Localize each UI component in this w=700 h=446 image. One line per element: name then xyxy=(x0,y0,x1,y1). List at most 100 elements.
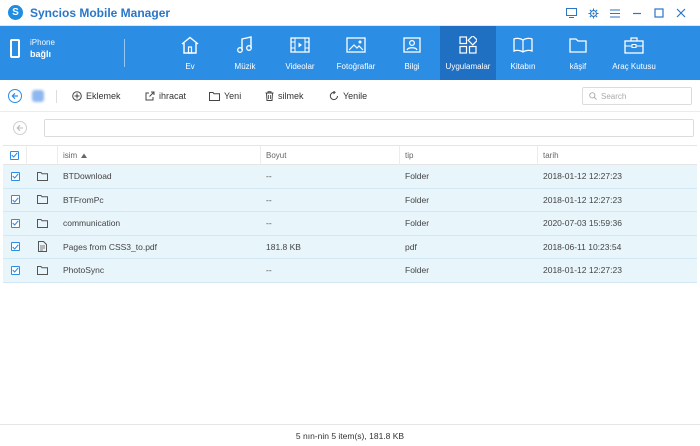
nav-item-fotograflar[interactable]: Fotoğraflar xyxy=(329,26,383,80)
device-name: iPhone xyxy=(30,38,55,47)
nav-item-kasif[interactable]: kâşif xyxy=(557,26,599,80)
apps-icon xyxy=(457,35,479,55)
main-nav: iPhone bağlı Ev Müzik Videolar Fotoğrafl… xyxy=(0,26,700,80)
name-header-label: isim xyxy=(63,150,78,160)
nav-item-arac-kutusu[interactable]: Araç Kutusu xyxy=(607,26,661,80)
refresh-label: Yenile xyxy=(343,91,368,101)
search-input[interactable] xyxy=(601,91,686,101)
folder-icon xyxy=(27,265,58,275)
row-checkbox[interactable] xyxy=(10,195,20,205)
nav-item-uygulamalar[interactable]: Uygulamalar xyxy=(440,26,496,80)
maximize-icon[interactable] xyxy=(648,5,670,21)
nav-item-muzik[interactable]: Müzik xyxy=(223,26,267,80)
select-all-cell xyxy=(3,145,27,165)
column-header-date[interactable]: tarih xyxy=(538,145,697,165)
row-checkbox[interactable] xyxy=(10,171,20,181)
device-info[interactable]: iPhone bağlı xyxy=(10,38,55,59)
path-back-icon[interactable] xyxy=(13,121,27,135)
book-icon xyxy=(512,35,534,55)
file-size: -- xyxy=(266,218,272,229)
folder-icon xyxy=(27,171,58,181)
menu-icon[interactable] xyxy=(604,5,626,21)
search-box[interactable] xyxy=(582,87,692,105)
row-checkbox[interactable] xyxy=(10,218,20,228)
refresh-icon xyxy=(329,91,338,101)
table-row[interactable]: BTFromPc -- Folder 2018-01-12 12:27:23 xyxy=(3,188,697,212)
nav-label: Müzik xyxy=(234,62,256,71)
contact-card-icon xyxy=(401,35,423,55)
title-bar: S Syncios Mobile Manager xyxy=(0,0,700,26)
file-type: Folder xyxy=(405,218,430,229)
path-input[interactable] xyxy=(44,119,694,137)
file-type: Folder xyxy=(405,194,430,205)
plus-circle-icon xyxy=(72,91,82,101)
table-row[interactable]: communication -- Folder 2020-07-03 15:59… xyxy=(3,212,697,236)
icon-header xyxy=(27,145,58,165)
file-size: 181.8 KB xyxy=(266,241,301,252)
column-header-name[interactable]: isim xyxy=(58,145,261,165)
file-table: isim Boyut tip tarih BTDownload -- Folde… xyxy=(3,145,697,283)
toolbar-divider xyxy=(56,90,57,103)
table-row[interactable]: Pages from CSS3_to.pdf 181.8 KB pdf 2018… xyxy=(3,235,697,259)
photo-icon xyxy=(345,35,367,55)
file-name: BTFromPc xyxy=(63,194,104,205)
table-row[interactable]: PhotoSync -- Folder 2018-01-12 12:27:23 xyxy=(3,259,697,283)
refresh-button[interactable]: Yenile xyxy=(329,89,367,103)
device-status: bağlı xyxy=(30,49,52,59)
file-name: PhotoSync xyxy=(63,265,105,276)
file-date: 2020-07-03 15:59:36 xyxy=(543,218,622,229)
select-all-checkbox[interactable] xyxy=(10,150,19,160)
file-name: communication xyxy=(63,218,121,229)
folder-icon xyxy=(209,91,220,101)
file-size: -- xyxy=(266,171,272,182)
add-button[interactable]: Eklemek xyxy=(72,89,121,103)
nav-item-ev[interactable]: Ev xyxy=(168,26,212,80)
nav-item-bilgi[interactable]: Bilgi xyxy=(391,26,433,80)
nav-item-kitabin[interactable]: Kitabın xyxy=(502,26,544,80)
row-checkbox[interactable] xyxy=(10,265,20,275)
file-type: Folder xyxy=(405,265,430,276)
new-label: Yeni xyxy=(224,91,242,101)
export-label: ihracat xyxy=(159,91,187,101)
app-title: Syncios Mobile Manager xyxy=(30,5,171,20)
app-avatar xyxy=(32,90,44,102)
search-icon xyxy=(589,92,597,100)
feedback-icon[interactable] xyxy=(560,5,582,21)
row-checkbox[interactable] xyxy=(10,242,20,252)
nav-item-videolar[interactable]: Videolar xyxy=(277,26,323,80)
export-icon xyxy=(145,91,155,101)
column-header-size[interactable]: Boyut xyxy=(261,145,400,165)
delete-label: silmek xyxy=(278,91,304,101)
nav-label: Kitabın xyxy=(510,62,536,71)
file-size: -- xyxy=(266,194,272,205)
nav-label: kâşif xyxy=(569,62,587,71)
file-date: 2018-01-12 12:27:23 xyxy=(543,194,622,205)
minimize-icon[interactable] xyxy=(626,5,648,21)
settings-icon[interactable] xyxy=(582,5,604,21)
delete-button[interactable]: silmek xyxy=(265,89,304,103)
export-button[interactable]: ihracat xyxy=(145,89,186,103)
file-name: Pages from CSS3_to.pdf xyxy=(63,241,158,252)
toolbox-icon xyxy=(623,35,645,55)
back-arrow-icon[interactable] xyxy=(8,89,22,103)
file-date: 2018-01-12 12:27:23 xyxy=(543,265,622,276)
table-row[interactable]: BTDownload -- Folder 2018-01-12 12:27:23 xyxy=(3,165,697,189)
nav-label: Fotoğraflar xyxy=(336,62,376,71)
path-bar xyxy=(0,112,700,144)
status-bar: 5 nın-nin 5 item(s), 181.8 KB xyxy=(0,424,700,446)
add-label: Eklemek xyxy=(86,91,121,101)
file-icon xyxy=(27,241,58,253)
file-type: pdf xyxy=(405,241,417,252)
app-logo-icon: S xyxy=(8,5,23,20)
home-icon xyxy=(179,35,201,55)
close-icon[interactable] xyxy=(670,5,692,21)
file-name: BTDownload xyxy=(63,171,112,182)
new-folder-button[interactable]: Yeni xyxy=(209,89,241,103)
folder-icon xyxy=(27,218,58,228)
table-header: isim Boyut tip tarih xyxy=(3,145,697,165)
nav-label: Araç Kutusu xyxy=(612,62,656,71)
column-header-type[interactable]: tip xyxy=(400,145,538,165)
sort-ascending-icon xyxy=(81,153,88,158)
file-date: 2018-01-12 12:27:23 xyxy=(543,171,622,182)
nav-label: Uygulamalar xyxy=(445,62,491,71)
